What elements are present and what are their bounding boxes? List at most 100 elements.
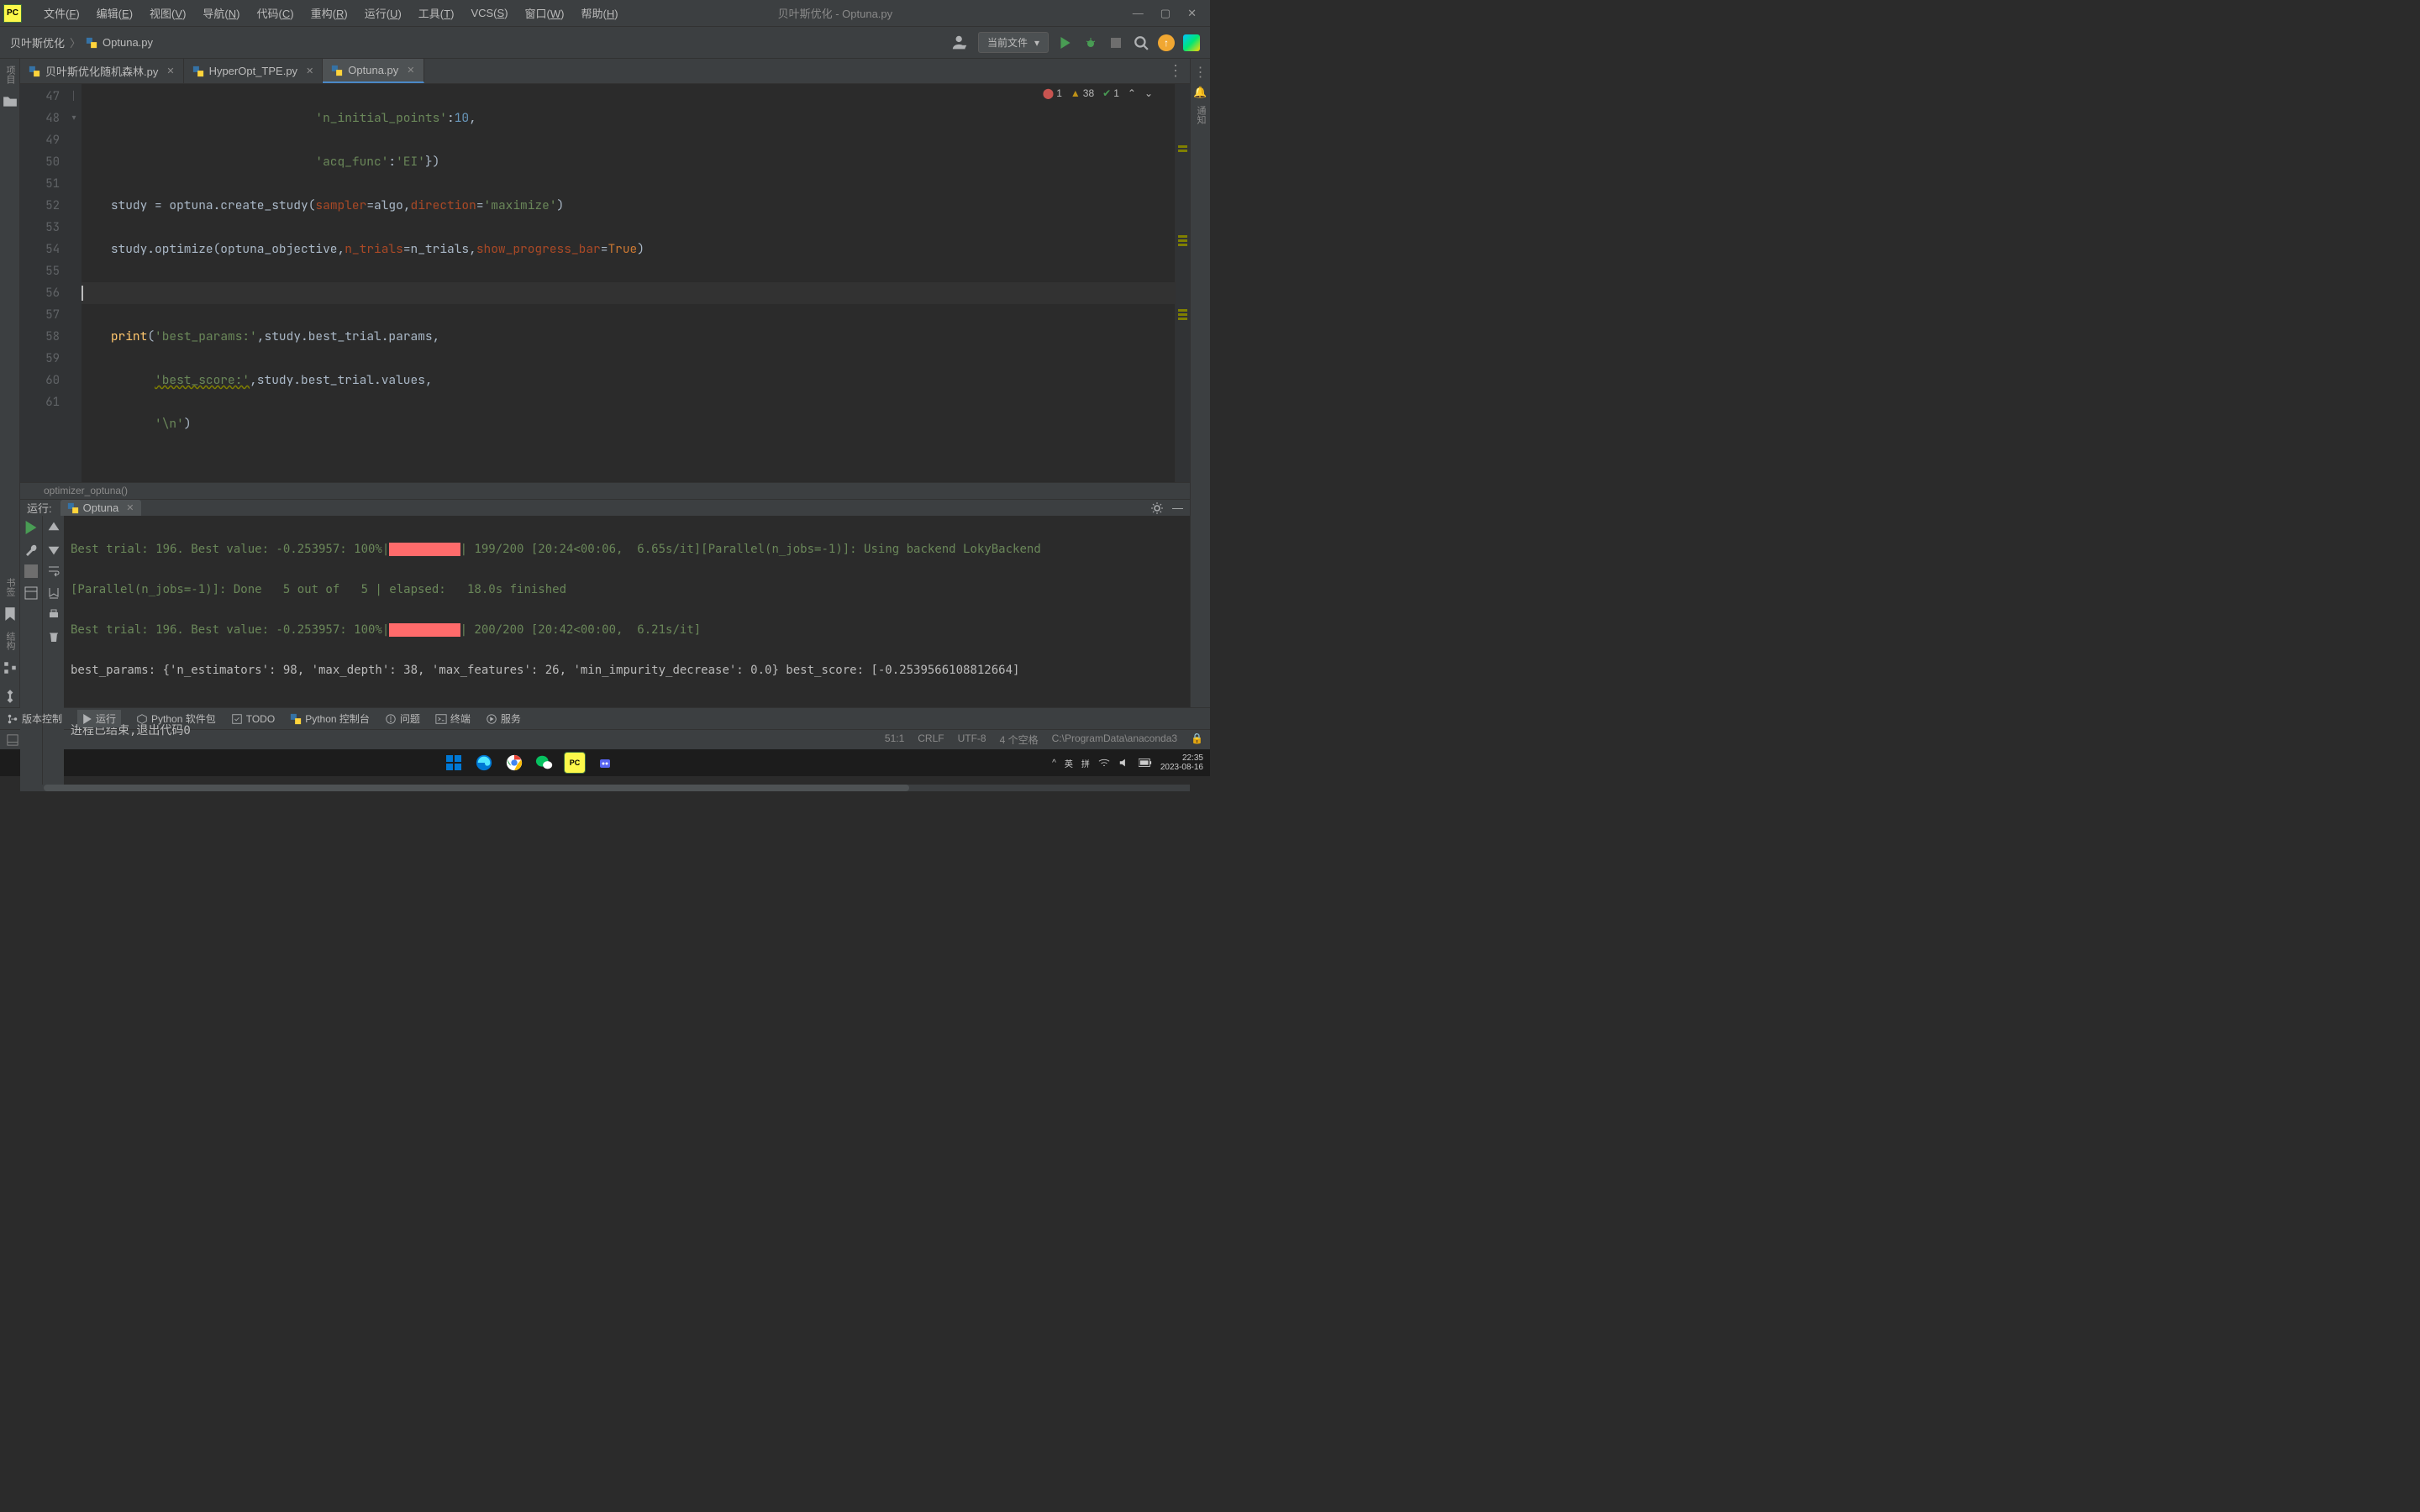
menu-code[interactable]: 代码(C) [249,2,302,24]
search-everywhere-button[interactable] [1133,34,1150,51]
menu-tools[interactable]: 工具(T) [410,2,463,24]
tool-problems[interactable]: 问题 [385,711,420,726]
soft-wrap-icon[interactable] [47,564,60,578]
run-left-toolbar [20,516,42,785]
app-logo: PC [3,4,22,23]
breadcrumb-file[interactable]: Optuna.py [103,36,153,49]
menu-window[interactable]: 窗口(W) [517,2,573,24]
ime-indicator-2[interactable]: 拼 [1081,757,1090,769]
tray-chevron-icon[interactable]: ^ [1052,759,1056,768]
run-button[interactable] [1057,34,1074,51]
print-icon[interactable] [47,608,60,622]
code-content[interactable]: 'n_initial_points':10, 'acq_func':'EI'})… [82,84,1175,482]
inspections-widget[interactable]: ⬤1 ▲38 ✔1 ⌃ ⌄ [1043,87,1153,99]
clock[interactable]: 22:35 2023-08-16 [1160,753,1203,772]
toolbox-icon[interactable] [1183,34,1200,51]
breadcrumb-root[interactable]: 贝叶斯优化 [10,34,65,50]
tab-file-1[interactable]: 贝叶斯优化随机森林.py ✕ [20,59,184,83]
trash-icon[interactable] [47,630,60,643]
window-title: 贝叶斯优化 - Optuna.py [627,5,1133,21]
lock-icon[interactable]: 🔒 [1191,732,1203,747]
tab-file-3[interactable]: Optuna.py ✕ [323,59,424,83]
navbar: 贝叶斯优化 〉 Optuna.py ▾ 当前文件 ▾ ↑ [0,27,1210,59]
python-interpreter[interactable]: C:\ProgramData\anaconda3 [1052,732,1177,747]
prev-highlight-icon[interactable]: ⌃ [1128,87,1136,99]
caret-position[interactable]: 51:1 [885,732,904,747]
battery-icon[interactable] [1139,759,1152,767]
menu-view[interactable]: 视图(V) [141,2,194,24]
scroll-to-end-icon[interactable] [47,586,60,600]
menu-navigate[interactable]: 导航(N) [194,2,248,24]
tab-file-2[interactable]: HyperOpt_TPE.py ✕ [184,59,324,83]
python-file-icon [86,37,97,49]
up-icon[interactable] [47,521,60,534]
close-tab-icon[interactable]: ✕ [306,66,313,76]
tool-python-console[interactable]: Python 控制台 [290,711,370,726]
editor-breadcrumb[interactable]: optimizer_optuna() [20,482,1190,499]
wechat-icon[interactable] [534,752,555,774]
menu-file[interactable]: 文件(F) [35,2,88,24]
tool-run[interactable]: 运行 [77,710,121,727]
wrench-icon[interactable] [24,543,38,556]
horizontal-scrollbar[interactable] [20,785,1190,791]
next-highlight-icon[interactable]: ⌄ [1144,87,1153,99]
code-editor[interactable]: ⬤1 ▲38 ✔1 ⌃ ⌄ 474849 505152 535455 56575… [20,84,1190,482]
tabs-menu-icon[interactable]: ⋮ [1168,62,1183,80]
structure-tool-button[interactable]: 结构 [0,625,19,657]
tool-version-control[interactable]: 版本控制 [7,711,62,726]
tool-services[interactable]: 服务 [486,711,521,726]
more-icon[interactable]: ⋮ [1191,59,1210,81]
menu-run[interactable]: 运行(U) [356,2,410,24]
indent-setting[interactable]: 4 个空格 [1000,732,1039,747]
maximize-button[interactable]: ▢ [1160,7,1171,20]
ime-indicator-1[interactable]: 英 [1065,757,1073,769]
fold-gutter: │ ▾ [66,84,82,482]
pycharm-taskbar-icon[interactable]: PC [564,752,586,774]
layout-icon[interactable] [24,586,38,600]
close-tab-icon[interactable]: ✕ [126,502,134,513]
volume-icon[interactable] [1118,757,1130,769]
run-config-selector[interactable]: 当前文件 ▾ [978,32,1049,53]
close-tab-icon[interactable]: ✕ [166,66,174,76]
folder-icon[interactable] [3,94,18,109]
tool-terminal[interactable]: 终端 [435,711,471,726]
run-tab[interactable]: Optuna ✕ [60,500,141,516]
tool-windows-icon[interactable] [7,734,18,746]
edge-icon[interactable] [473,752,495,774]
gear-icon[interactable] [1150,501,1164,515]
warning-icon: ▲ [1071,87,1081,99]
rerun-icon[interactable] [24,521,38,534]
close-tab-icon[interactable]: ✕ [407,65,414,76]
stop-icon[interactable] [24,564,38,578]
svg-text:▾: ▾ [963,42,967,50]
user-icon[interactable]: ▾ [951,34,970,52]
debug-button[interactable] [1082,34,1099,51]
project-tool-button[interactable]: 项目 [0,59,19,91]
start-button[interactable] [443,752,465,774]
stop-button[interactable] [1107,34,1124,51]
tool-todo[interactable]: TODO [231,713,275,725]
pin-icon[interactable] [3,689,18,704]
minimize-button[interactable]: — [1133,7,1144,20]
menu-refactor[interactable]: 重构(R) [302,2,356,24]
line-separator[interactable]: CRLF [918,732,944,747]
menu-help[interactable]: 帮助(H) [573,2,627,24]
bookmark-icon[interactable] [3,606,18,622]
file-encoding[interactable]: UTF-8 [958,732,986,747]
down-icon[interactable] [47,543,60,556]
notifications-tool-button[interactable]: 通知 [1191,99,1210,131]
notifications-icon[interactable]: 🔔 [1191,81,1210,99]
tab-label: HyperOpt_TPE.py [209,65,298,77]
chrome-icon[interactable] [503,752,525,774]
update-icon[interactable]: ↑ [1158,34,1175,51]
editor-error-stripe[interactable] [1175,84,1190,482]
bookmarks-tool-button[interactable]: 书签 [0,571,19,603]
wifi-icon[interactable] [1098,757,1110,769]
menu-edit[interactable]: 编辑(E) [88,2,141,24]
tool-python-packages[interactable]: Python 软件包 [136,711,216,726]
close-button[interactable]: ✕ [1187,7,1197,20]
menu-vcs[interactable]: VCS(S) [462,3,516,23]
structure-icon[interactable] [3,660,18,675]
app-icon[interactable] [594,752,616,774]
minimize-panel-icon[interactable]: — [1172,501,1183,515]
